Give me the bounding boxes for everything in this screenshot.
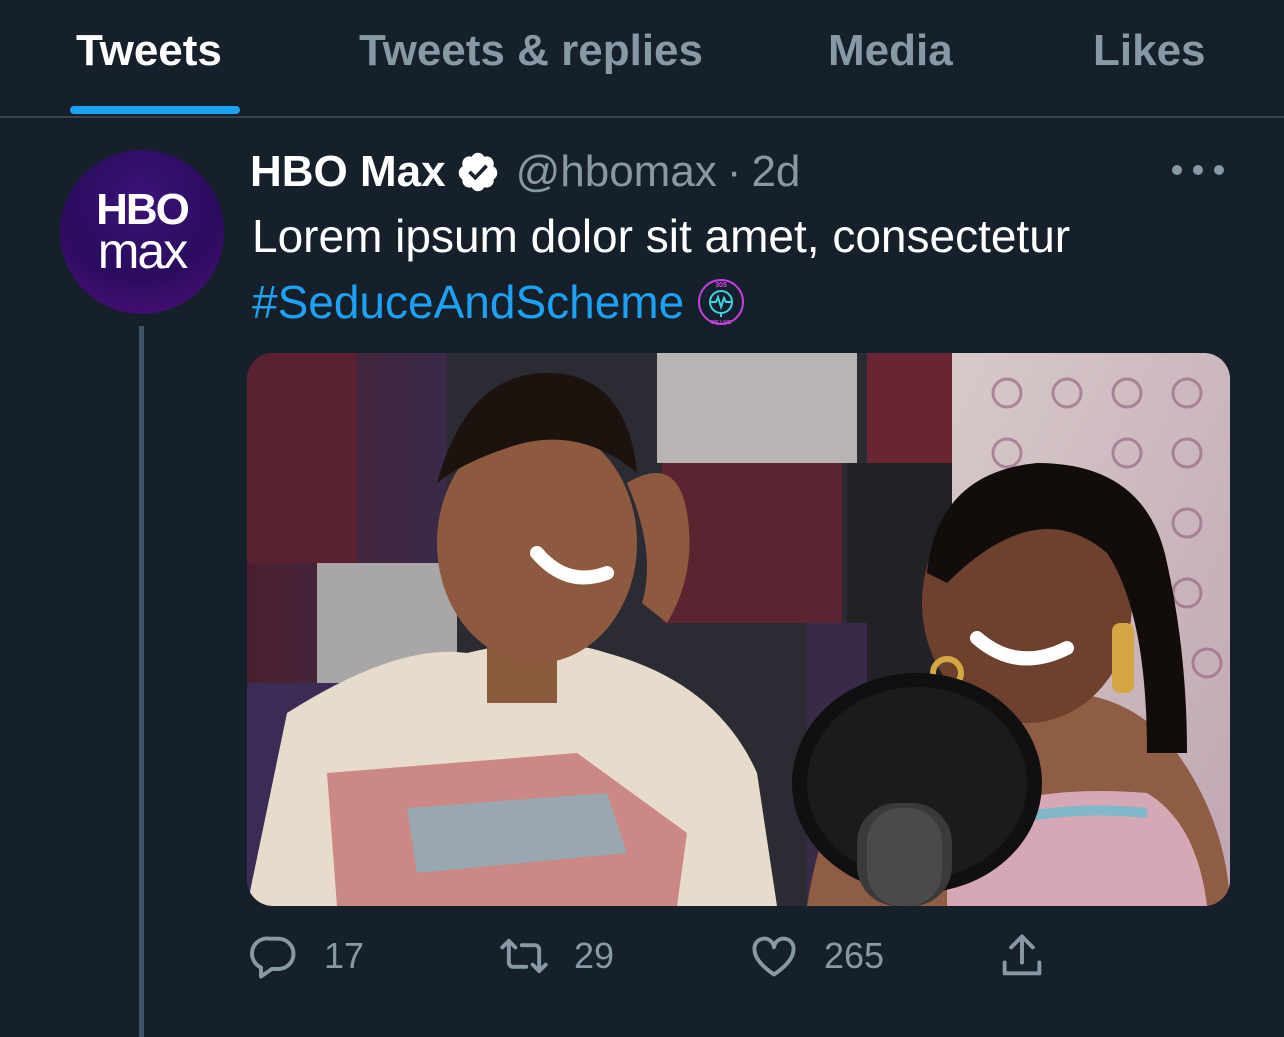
avatar-logo-line2: max [97,223,188,279]
tab-tweets[interactable]: Tweets [76,24,222,78]
separator-dot: · [726,147,742,196]
reply-button[interactable]: 17 [248,926,364,986]
like-count: 265 [824,935,885,976]
tweet-timestamp[interactable]: 2d [751,147,800,197]
tweet-text: Lorem ipsum dolor sit amet, consectetur [252,210,1071,262]
tab-tweets-and-replies[interactable]: Tweets & replies [359,24,703,78]
hashflag-text-bottom: WE LIVE [711,320,732,326]
heart-icon [752,936,796,977]
tweet-media-image[interactable] [247,353,1230,906]
username-handle[interactable]: @hbomax [516,147,717,197]
tweet-header: HBO Max @hbomax · 2d [250,144,800,200]
verified-badge-icon [458,152,497,192]
retweet-icon [500,938,548,974]
profile-tabs: Tweets Tweets & replies Media Likes [0,0,1284,118]
tab-media[interactable]: Media [828,24,953,78]
hashtag-text[interactable]: #SeduceAndScheme [252,272,684,332]
tab-likes[interactable]: Likes [1093,24,1206,78]
thread-line [139,326,144,1037]
retweet-count: 29 [574,935,615,976]
like-button[interactable]: 265 [748,926,884,986]
active-tab-indicator [70,106,240,114]
305-we-live-hashflag-icon: 305 WE LIVE [698,279,745,326]
hashtag-link[interactable]: #SeduceAndScheme 305 WE LIVE [252,272,746,332]
reply-count: 17 [324,935,365,976]
share-button[interactable] [996,926,1048,986]
more-options-icon[interactable] [1172,150,1224,190]
retweet-button[interactable]: 29 [498,926,614,986]
media-photo [247,353,1230,906]
display-name[interactable]: HBO Max [250,147,446,197]
reply-icon [250,936,296,979]
avatar[interactable]: HBO max [60,150,224,314]
share-icon [1002,934,1042,976]
hashflag-text-top: 305 [715,282,727,289]
